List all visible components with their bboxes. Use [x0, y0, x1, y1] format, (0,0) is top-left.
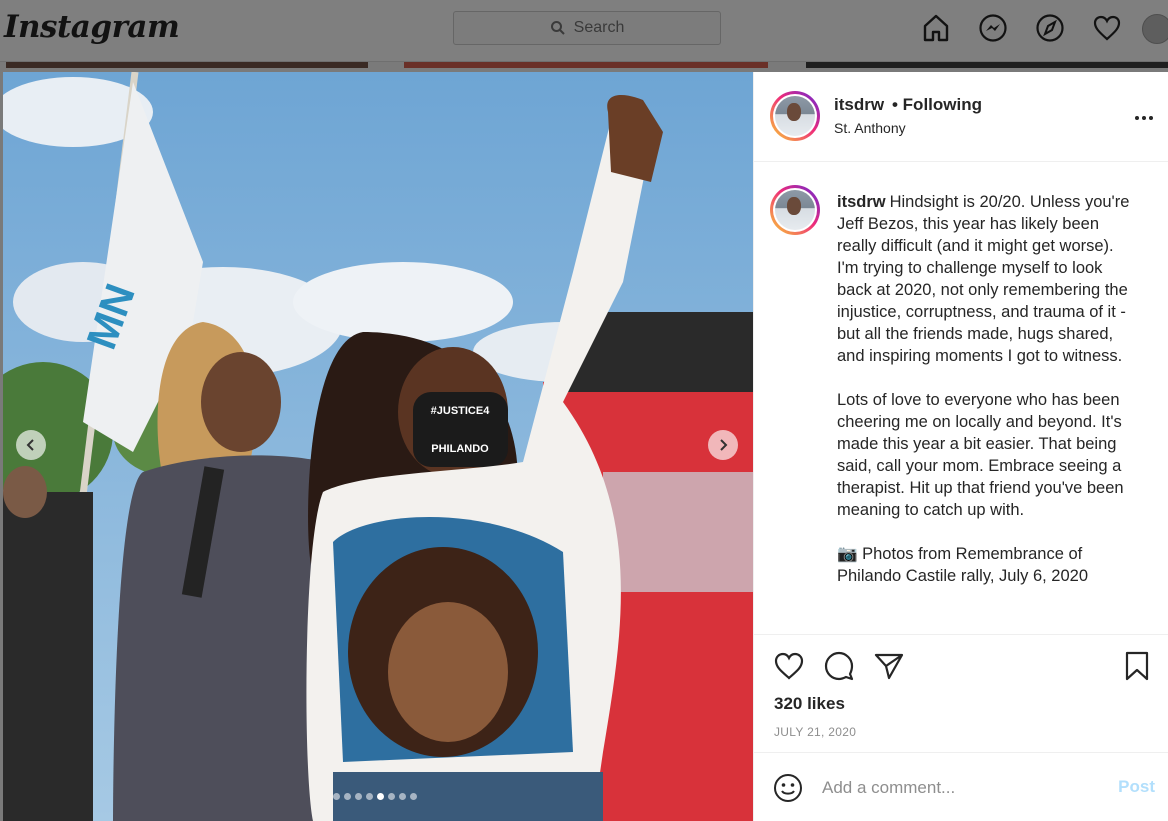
caption-username[interactable]: itsdrw — [837, 193, 886, 211]
caption-area: itsdrw Hindsight is 20/20. Unless you're … — [754, 163, 1168, 634]
post-date[interactable]: JULY 21, 2020 — [774, 725, 856, 739]
rally-photo: MN #JUSTICE4 PHILANDO — [3, 72, 753, 821]
send-icon — [874, 653, 904, 680]
top-nav: Instagram Search — [0, 0, 1168, 62]
post-actions: 320 likes JULY 21, 2020 Post — [754, 634, 1168, 821]
caption-paragraph-3: 📷 Photos from Remembrance of Philando Ca… — [837, 545, 1088, 585]
like-button[interactable] — [772, 649, 806, 683]
chevron-left-icon — [26, 439, 34, 451]
share-button[interactable] — [872, 649, 906, 683]
author-username[interactable]: itsdrw — [834, 95, 884, 115]
home-icon[interactable] — [921, 13, 951, 43]
search-box[interactable]: Search — [453, 11, 721, 45]
heart-icon — [774, 652, 804, 680]
search-placeholder: Search — [573, 19, 625, 36]
caption-text: itsdrw Hindsight is 20/20. Unless you're … — [837, 191, 1137, 609]
carousel-next-button[interactable] — [708, 430, 738, 460]
save-button[interactable] — [1120, 649, 1154, 683]
add-comment-row: Post — [754, 752, 1168, 821]
more-options-button[interactable] — [1132, 106, 1156, 130]
carousel-dot — [388, 793, 395, 800]
comment-button[interactable] — [822, 649, 856, 683]
carousel-dot — [344, 793, 351, 800]
author-avatar[interactable] — [770, 91, 820, 141]
caption-avatar[interactable] — [770, 185, 820, 235]
activity-heart-icon[interactable] — [1092, 13, 1122, 43]
carousel-dot — [333, 793, 340, 800]
messenger-icon[interactable] — [978, 13, 1008, 43]
mask-text-top: #JUSTICE4 — [431, 405, 491, 417]
instagram-logo[interactable]: Instagram — [4, 9, 180, 45]
emoji-button[interactable] — [772, 772, 804, 804]
carousel-dot — [355, 793, 362, 800]
profile-avatar[interactable] — [1142, 14, 1168, 44]
like-count[interactable]: 320 likes — [774, 694, 845, 714]
more-icon — [1135, 116, 1153, 120]
bookmark-icon — [1125, 651, 1149, 681]
carousel-prev-button[interactable] — [16, 430, 46, 460]
carousel-dot — [399, 793, 406, 800]
caption-paragraph-2: Lots of love to everyone who has been ch… — [837, 391, 1124, 519]
post-sidebar: itsdrw • Following St. Anthony itsdrw Hin… — [753, 72, 1168, 821]
chevron-right-icon — [720, 439, 728, 451]
post-location[interactable]: St. Anthony — [834, 120, 906, 136]
emoji-icon — [774, 774, 802, 802]
carousel-indicator — [333, 793, 417, 800]
following-status[interactable]: • Following — [892, 95, 982, 115]
comment-input[interactable] — [822, 775, 1092, 801]
feed-thumbnails — [0, 62, 1168, 70]
post-modal: MN #JUSTICE4 PHILANDO itsdrw • Following… — [3, 72, 1168, 821]
carousel-dot-active — [377, 793, 384, 800]
mask-text-bottom: PHILANDO — [431, 443, 489, 455]
explore-icon[interactable] — [1035, 13, 1065, 43]
post-comment-button[interactable]: Post — [1118, 777, 1155, 797]
carousel-dot — [366, 793, 373, 800]
comment-icon — [824, 651, 854, 681]
search-icon — [550, 20, 566, 36]
caption-paragraph-1: Hindsight is 20/20. Unless you're Jeff B… — [837, 193, 1130, 365]
post-header: itsdrw • Following St. Anthony — [754, 72, 1168, 162]
post-photo: MN #JUSTICE4 PHILANDO — [3, 72, 753, 821]
carousel-dot — [410, 793, 417, 800]
